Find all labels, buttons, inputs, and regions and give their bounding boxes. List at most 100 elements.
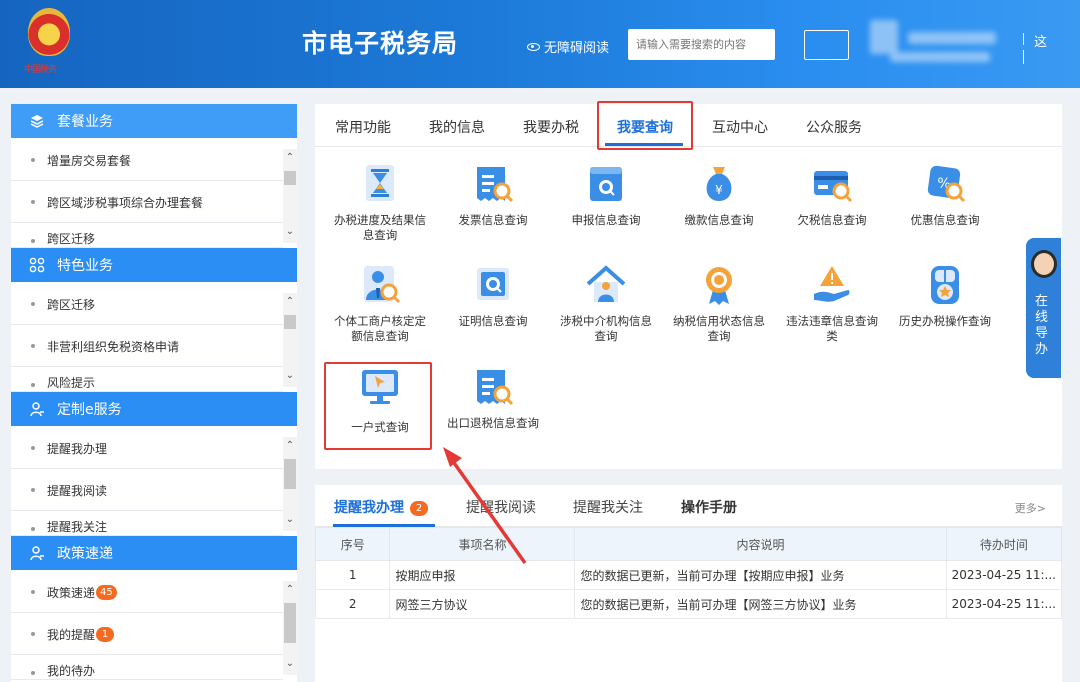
- card-search-icon: [810, 163, 854, 205]
- sidebar-item[interactable]: 非营利组织免税资格申请: [11, 326, 283, 367]
- function-item[interactable]: 欠税信息查询: [782, 163, 882, 228]
- invoice-search-icon: [471, 366, 515, 408]
- section-header-featured[interactable]: 特色业务: [11, 248, 297, 282]
- sidebar-item[interactable]: 跨区迁移: [11, 224, 283, 248]
- search-button[interactable]: [804, 30, 849, 60]
- tab-common[interactable]: 常用功能: [335, 117, 391, 137]
- header-divider: [1023, 33, 1024, 45]
- sidebar-item[interactable]: 跨区迁移: [11, 284, 283, 325]
- tab-remind-handle[interactable]: 提醒我办理 2: [334, 497, 428, 517]
- discount-tag-icon: %: [923, 163, 967, 205]
- invoice-search-icon: [471, 163, 515, 205]
- scrollbar[interactable]: ⌃ ⌄: [283, 437, 297, 531]
- column-header: 待办时间: [945, 527, 1063, 561]
- table-row[interactable]: 1 按期应申报 您的数据已更新，当前可办理【按期应申报】业务 2023-04-2…: [314, 560, 1063, 590]
- tab-my-info[interactable]: 我的信息: [429, 117, 485, 137]
- column-header: 内容说明: [574, 527, 947, 561]
- function-item[interactable]: 涉税中介机构信息查询: [556, 264, 656, 344]
- user-icon: [29, 545, 45, 561]
- column-header: 事项名称: [389, 527, 576, 561]
- function-item[interactable]: 申报信息查询: [556, 163, 656, 228]
- function-item[interactable]: ¥ 缴款信息查询: [669, 163, 769, 228]
- online-guide-label: 在线导办: [1035, 294, 1049, 357]
- more-link[interactable]: 更多>: [1015, 500, 1046, 516]
- eye-icon: [527, 42, 540, 51]
- layers-icon: [29, 113, 45, 129]
- tab-remind-read[interactable]: 提醒我阅读: [466, 497, 536, 517]
- reminder-table: 序号 事项名称 内容说明 待办时间 1 按期应申报 您的数据已更新，当前可办理【…: [314, 527, 1063, 619]
- sidebar-item[interactable]: 提醒我办理: [11, 428, 283, 469]
- count-badge: 2: [410, 501, 428, 516]
- user-info-blurred[interactable]: [868, 18, 1013, 68]
- agency-house-icon: [584, 264, 628, 306]
- tab-manual[interactable]: 操作手册: [681, 497, 737, 517]
- function-item[interactable]: 办税进度及结果信息查询: [330, 163, 430, 243]
- table-cell: 2: [314, 589, 391, 619]
- credit-medal-icon: [697, 264, 741, 306]
- table-header-row: 序号 事项名称 内容说明 待办时间: [314, 527, 1063, 561]
- highlight-box-tab: [597, 101, 693, 150]
- sidebar-item[interactable]: 政策速递 45: [11, 572, 283, 613]
- tab-remind-follow[interactable]: 提醒我关注: [573, 497, 643, 517]
- function-item[interactable]: 出口退税信息查询: [443, 366, 543, 431]
- table-row[interactable]: 2 网签三方协议 您的数据已更新，当前可办理【网签三方协议】业务 2023-04…: [314, 589, 1063, 619]
- function-item[interactable]: 证明信息查询: [443, 264, 543, 329]
- online-guide-button[interactable]: 在线导办: [1026, 238, 1061, 378]
- tab-tax-handling[interactable]: 我要办税: [523, 117, 579, 137]
- top-header: 中国税务 市电子税务局 无障碍阅读 这: [0, 0, 1080, 88]
- function-item[interactable]: 违法违章信息查询类: [782, 264, 882, 344]
- table-cell[interactable]: 按期应申报: [389, 560, 576, 590]
- header-edge-text[interactable]: 这: [1034, 31, 1047, 50]
- history-star-icon: [923, 264, 967, 306]
- section-header-custom-service[interactable]: 定制e服务: [11, 392, 297, 426]
- sidebar-item[interactable]: 提醒我关注: [11, 512, 283, 536]
- table-cell: 2023-04-25 11:...: [945, 589, 1063, 619]
- accessibility-label: 无障碍阅读: [544, 41, 610, 56]
- search-input[interactable]: [628, 29, 775, 60]
- sidebar-item[interactable]: 增量房交易套餐: [11, 140, 283, 181]
- person-search-icon: [358, 264, 402, 306]
- certificate-search-icon: [471, 264, 515, 306]
- scrollbar[interactable]: ⌃ ⌄: [283, 149, 297, 243]
- function-item[interactable]: % 优惠信息查询: [895, 163, 995, 228]
- function-item[interactable]: 个体工商户核定定额信息查询: [330, 264, 430, 344]
- tab-interaction[interactable]: 互动中心: [712, 117, 768, 137]
- sidebar-item[interactable]: 提醒我阅读: [11, 470, 283, 511]
- national-emblem-logo: 中国税务: [24, 6, 74, 82]
- table-cell: 您的数据已更新，当前可办理【按期应申报】业务: [574, 560, 947, 590]
- column-header: 序号: [314, 527, 391, 561]
- apps-icon: [29, 257, 45, 273]
- scrollbar[interactable]: ⌃ ⌄: [283, 293, 297, 387]
- table-cell: 2023-04-25 11:...: [945, 560, 1063, 590]
- hourglass-doc-icon: [358, 163, 402, 205]
- function-item[interactable]: 发票信息查询: [443, 163, 543, 228]
- section-header-package[interactable]: 套餐业务: [11, 104, 297, 138]
- accessibility-reading-link[interactable]: 无障碍阅读: [527, 37, 609, 56]
- function-item[interactable]: 历史办税操作查询: [895, 264, 995, 329]
- tab-public-service[interactable]: 公众服务: [806, 117, 862, 137]
- support-agent-icon: [1031, 250, 1057, 278]
- highlight-box-function: [324, 362, 432, 450]
- declaration-search-icon: [584, 163, 628, 205]
- header-divider: [1023, 50, 1024, 64]
- left-sidebar: 套餐业务 增量房交易套餐 跨区域涉税事项综合办理套餐 跨区迁移 ⌃ ⌄ 特色业务…: [11, 104, 297, 682]
- section-header-policy[interactable]: 政策速递: [11, 536, 297, 570]
- sidebar-item[interactable]: 跨区域涉税事项综合办理套餐: [11, 182, 283, 223]
- scrollbar[interactable]: ⌃ ⌄: [283, 581, 297, 675]
- sidebar-item[interactable]: 我的提醒 1: [11, 614, 283, 655]
- reminder-panel: 提醒我办理 2 提醒我阅读 提醒我关注 操作手册 更多> 序号 事项名称 内容说明…: [314, 485, 1063, 682]
- count-badge: 45: [96, 584, 117, 600]
- sidebar-item[interactable]: 风险提示: [11, 368, 283, 392]
- user-icon: [29, 401, 45, 417]
- svg-text:¥: ¥: [715, 183, 723, 197]
- table-cell: 1: [314, 560, 391, 590]
- sidebar-item[interactable]: 我的待办: [11, 656, 283, 680]
- table-cell: 您的数据已更新，当前可办理【网签三方协议】业务: [574, 589, 947, 619]
- function-item[interactable]: 纳税信用状态信息查询: [669, 264, 769, 344]
- table-cell[interactable]: 网签三方协议: [389, 589, 576, 619]
- site-title: 市电子税务局: [302, 29, 459, 58]
- money-bag-icon: ¥: [697, 163, 741, 205]
- count-badge: 1: [96, 626, 115, 642]
- warning-hand-icon: [810, 264, 854, 306]
- reminder-tabs: 提醒我办理 2 提醒我阅读 提醒我关注 操作手册 更多>: [315, 485, 1062, 527]
